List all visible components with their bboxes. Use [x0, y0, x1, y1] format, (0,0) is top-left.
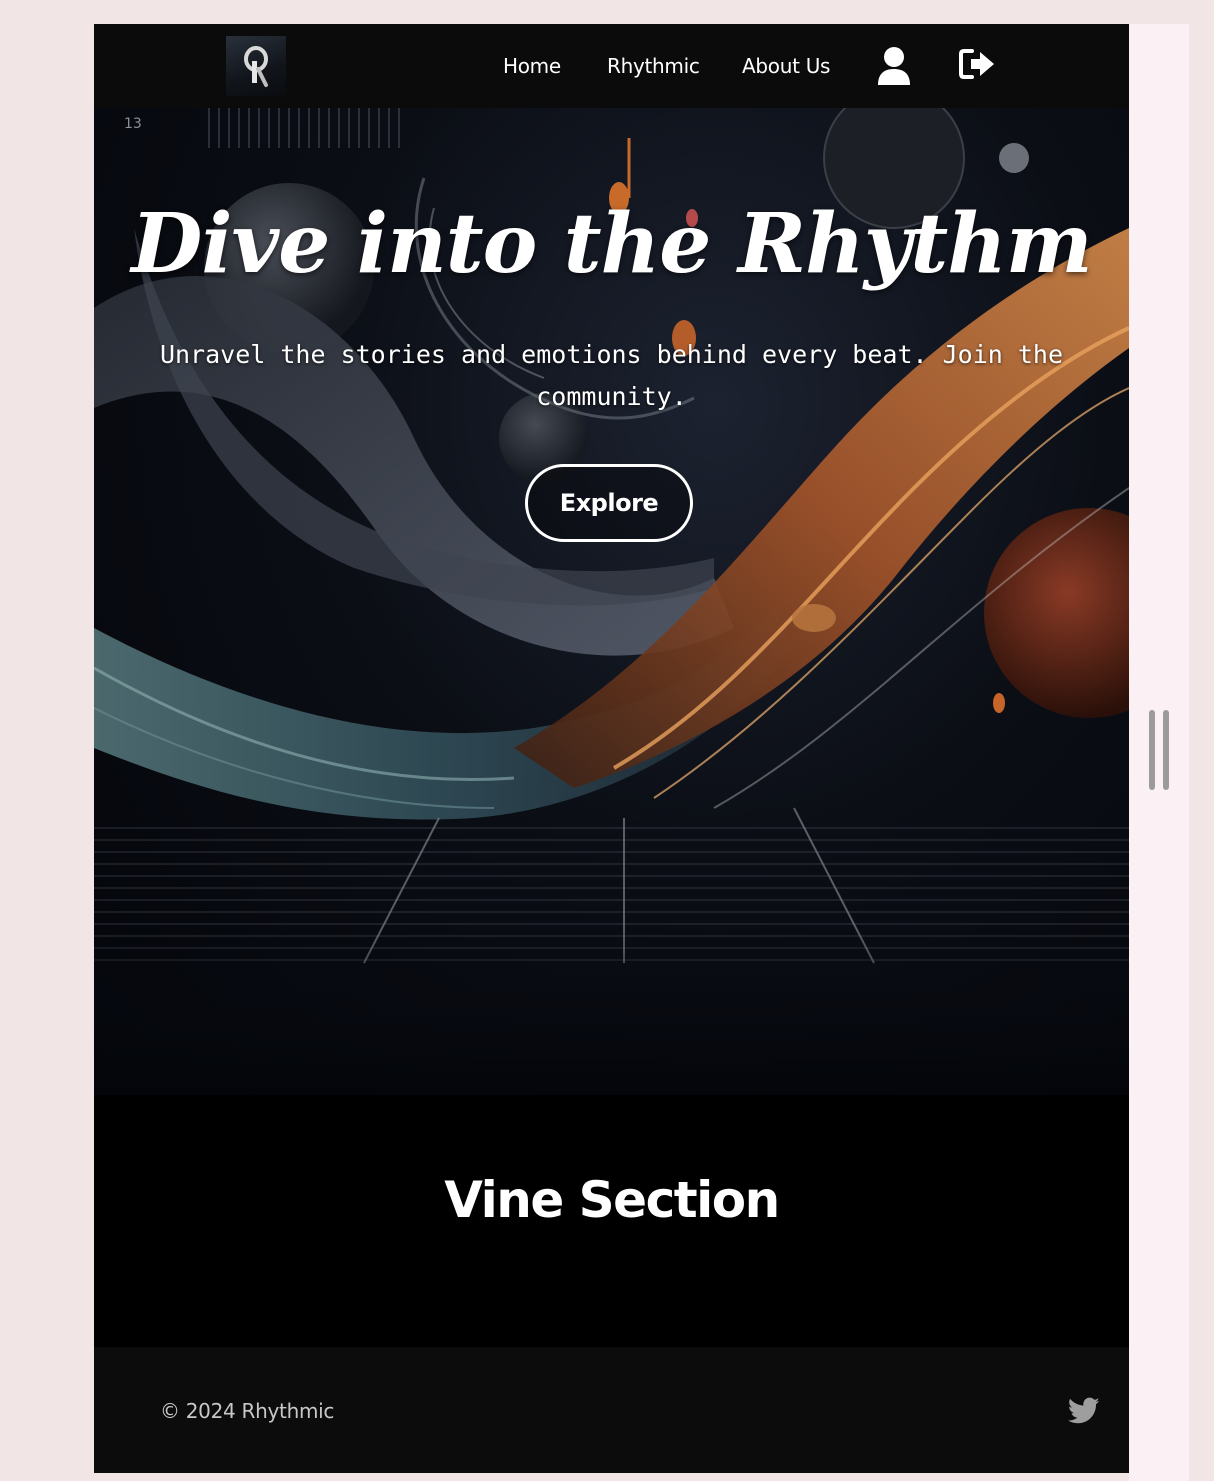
footer-copyright: © 2024 Rhythmic	[160, 1399, 335, 1423]
resize-handle-bar	[1149, 710, 1155, 790]
nav-link-home[interactable]: Home	[503, 54, 561, 78]
user-icon[interactable]	[877, 47, 911, 89]
hero-title: Dive into the Rhythm	[131, 196, 1092, 292]
nav-link-about-us[interactable]: About Us	[742, 54, 830, 78]
vine-section: Vine Section	[94, 1095, 1129, 1347]
explore-button[interactable]: Explore	[525, 464, 693, 542]
rhythmic-logo-icon[interactable]	[226, 36, 286, 96]
hero-section: 13 Dive into the Rhythm Unravel the stor…	[94, 108, 1129, 1095]
nav-link-rhythmic[interactable]: Rhythmic	[607, 54, 700, 78]
vine-section-title: Vine Section	[444, 1171, 780, 1229]
hero-subtitle: Unravel the stories and emotions behind …	[159, 340, 1064, 411]
twitter-icon[interactable]	[1067, 1397, 1100, 1429]
page-viewport: Home Rhythmic About Us 13 Dive into the …	[94, 24, 1129, 1473]
resize-handle-bar	[1163, 710, 1169, 790]
resize-handle[interactable]	[1149, 710, 1169, 790]
svg-text:13: 13	[124, 116, 142, 132]
sign-out-icon[interactable]	[958, 48, 998, 84]
footer: © 2024 Rhythmic	[94, 1347, 1129, 1473]
navbar: Home Rhythmic About Us	[94, 24, 1129, 108]
